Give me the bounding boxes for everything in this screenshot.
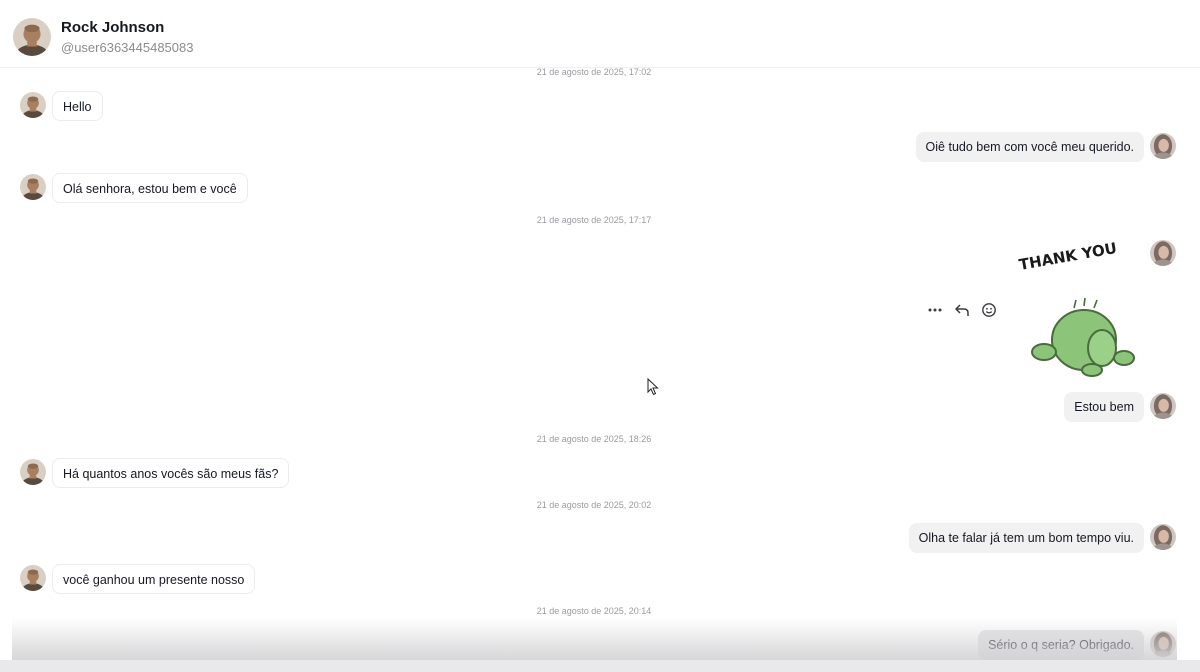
reply-icon[interactable] — [953, 301, 971, 319]
message-bubble-outgoing[interactable]: Olha te falar já tem um bom tempo viu. — [908, 523, 1144, 553]
message-bubble-outgoing[interactable]: Sério o q seria? Obrigado. — [978, 630, 1144, 660]
my-avatar — [1150, 524, 1176, 550]
message-bubble-outgoing[interactable]: Estou bem — [1064, 392, 1144, 422]
message-actions — [926, 300, 998, 320]
sticker-text: THANK YOU — [1018, 240, 1119, 274]
message-bubble-incoming[interactable]: Olá senhora, estou bem e você — [52, 173, 248, 203]
message-bubble-outgoing[interactable]: Oiê tudo bem com você meu querido. — [915, 132, 1144, 162]
sticker-image: THANK YOU — [1018, 239, 1135, 377]
timestamp-divider: 21 de agosto de 2025, 17:17 — [536, 215, 652, 225]
timestamp-divider: 21 de agosto de 2025, 18:26 — [536, 434, 652, 444]
more-icon[interactable] — [926, 301, 944, 319]
sticker-message[interactable]: THANK YOU — [1014, 239, 1144, 380]
dm-chat-window: Rock Johnson @user6363445485083 21 de ag… — [0, 0, 1200, 672]
message-bubble-incoming[interactable]: você ganhou um presente nosso — [52, 564, 256, 594]
timestamp-divider: 21 de agosto de 2025, 20:02 — [536, 500, 652, 510]
sender-avatar[interactable] — [20, 565, 46, 591]
window-bottom-edge — [0, 660, 1200, 672]
contact-avatar[interactable] — [13, 18, 51, 56]
sender-avatar[interactable] — [20, 92, 46, 118]
sender-avatar[interactable] — [20, 174, 46, 200]
emoji-react-icon[interactable] — [980, 301, 998, 319]
my-avatar — [1150, 133, 1176, 159]
mouse-pointer-icon — [647, 378, 659, 396]
my-avatar — [1150, 631, 1176, 657]
contact-handle: @user6363445485083 — [61, 40, 194, 55]
sender-avatar[interactable] — [20, 459, 46, 485]
timestamp-divider: 21 de agosto de 2025, 20:14 — [536, 606, 652, 616]
chat-header: Rock Johnson @user6363445485083 — [0, 0, 1200, 68]
message-bubble-incoming[interactable]: Há quantos anos vocês são meus fãs? — [52, 458, 290, 488]
my-avatar — [1150, 240, 1176, 266]
contact-name[interactable]: Rock Johnson — [61, 19, 164, 36]
my-avatar — [1150, 393, 1176, 419]
timestamp-divider: 21 de agosto de 2025, 17:02 — [536, 67, 652, 77]
message-bubble-incoming[interactable]: Hello — [52, 91, 103, 121]
